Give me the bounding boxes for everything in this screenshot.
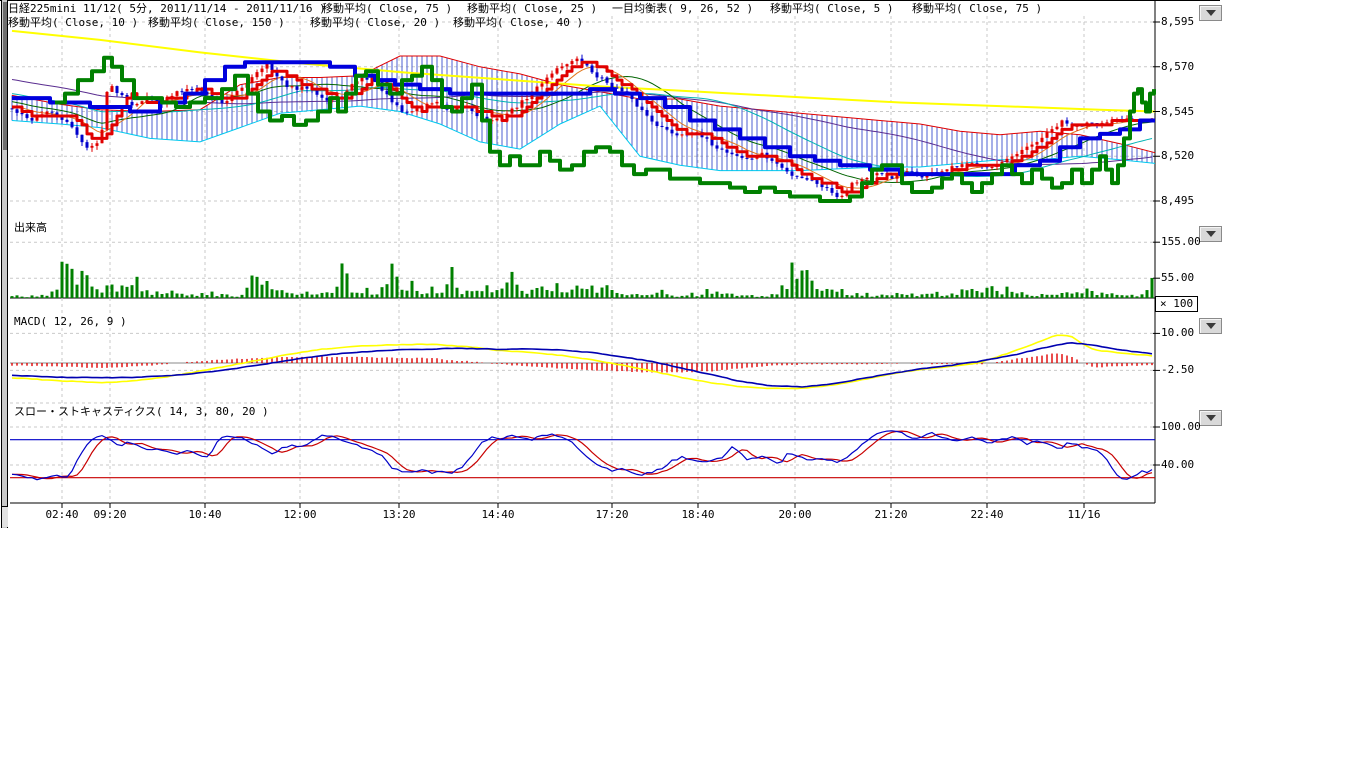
header-indicator-label: 移動平均( Close, 150 ) <box>148 17 285 29</box>
volume-axis-label: 55.00 <box>1161 272 1194 283</box>
time-axis-label: 22:40 <box>970 509 1003 520</box>
stochastics-panel-label: スロー・ストキャスティクス( 14, 3, 80, 20 ) <box>14 406 269 418</box>
chevron-down-icon <box>1206 323 1216 329</box>
time-axis-label: 10:40 <box>188 509 221 520</box>
stoch-axis-label: 40.00 <box>1161 459 1194 470</box>
volume-panel-label: 出来高 <box>14 222 47 234</box>
chart-title: 日経225mini 11/12( 5分, 2011/11/14 - 2011/1… <box>8 3 326 15</box>
header-indicator-label: 移動平均( Close, 75 ) <box>322 3 452 15</box>
header-indicator-label: 移動平均( Close, 75 ) <box>912 3 1042 15</box>
chevron-down-icon <box>1206 10 1216 16</box>
macd-panel-plot-area[interactable] <box>10 311 1155 402</box>
header-indicator-label: 一目均衡表( 9, 26, 52 ) <box>612 3 753 15</box>
header-indicator-label: 移動平均( Close, 10 ) <box>8 17 138 29</box>
header-indicator-label: 移動平均( Close, 20 ) <box>310 17 440 29</box>
scrollbar-end-cap[interactable] <box>2 506 8 527</box>
volume-axis-label: 155.00 <box>1161 236 1201 247</box>
header-indicator-label: 移動平均( Close, 40 ) <box>453 17 583 29</box>
time-axis-label: 17:20 <box>595 509 628 520</box>
chart-application-window: 日経225mini 11/12( 5分, 2011/11/14 - 2011/1… <box>0 0 1366 768</box>
time-axis-label: 14:40 <box>481 509 514 520</box>
price-axis-label: 8,520 <box>1161 150 1194 161</box>
time-axis-label: 20:00 <box>778 509 811 520</box>
time-axis-label: 18:40 <box>681 509 714 520</box>
stochastics-panel-dropdown-button[interactable] <box>1199 410 1222 426</box>
macd-axis-label: -2.50 <box>1161 364 1194 375</box>
volume-panel-dropdown-button[interactable] <box>1199 226 1222 242</box>
vertical-scrollbar[interactable] <box>1 0 8 528</box>
time-axis-label: 21:20 <box>874 509 907 520</box>
chevron-down-icon <box>1206 231 1216 237</box>
header-indicator-label: 移動平均( Close, 25 ) <box>467 3 597 15</box>
scrollbar-thumb[interactable] <box>3 2 7 150</box>
header-indicator-label: 移動平均( Close, 5 ) <box>770 3 893 15</box>
time-axis-label: 13:20 <box>382 509 415 520</box>
time-axis-label: 02:40 <box>45 509 78 520</box>
volume-multiplier-badge: × 100 <box>1155 296 1198 312</box>
time-axis-label: 11/16 <box>1067 509 1100 520</box>
macd-axis-label: 10.00 <box>1161 327 1194 338</box>
price-axis-label: 8,570 <box>1161 61 1194 72</box>
chevron-down-icon <box>1206 415 1216 421</box>
price-axis-label: 8,595 <box>1161 16 1194 27</box>
macd-panel-label: MACD( 12, 26, 9 ) <box>14 316 127 328</box>
price-axis-label: 8,495 <box>1161 195 1194 206</box>
time-axis-label: 09:20 <box>93 509 126 520</box>
price-panel-dropdown-button[interactable] <box>1199 5 1222 21</box>
time-axis-label: 12:00 <box>283 509 316 520</box>
price-axis-label: 8,545 <box>1161 106 1194 117</box>
macd-panel-dropdown-button[interactable] <box>1199 318 1222 334</box>
stoch-axis-label: 100.00 <box>1161 421 1201 432</box>
